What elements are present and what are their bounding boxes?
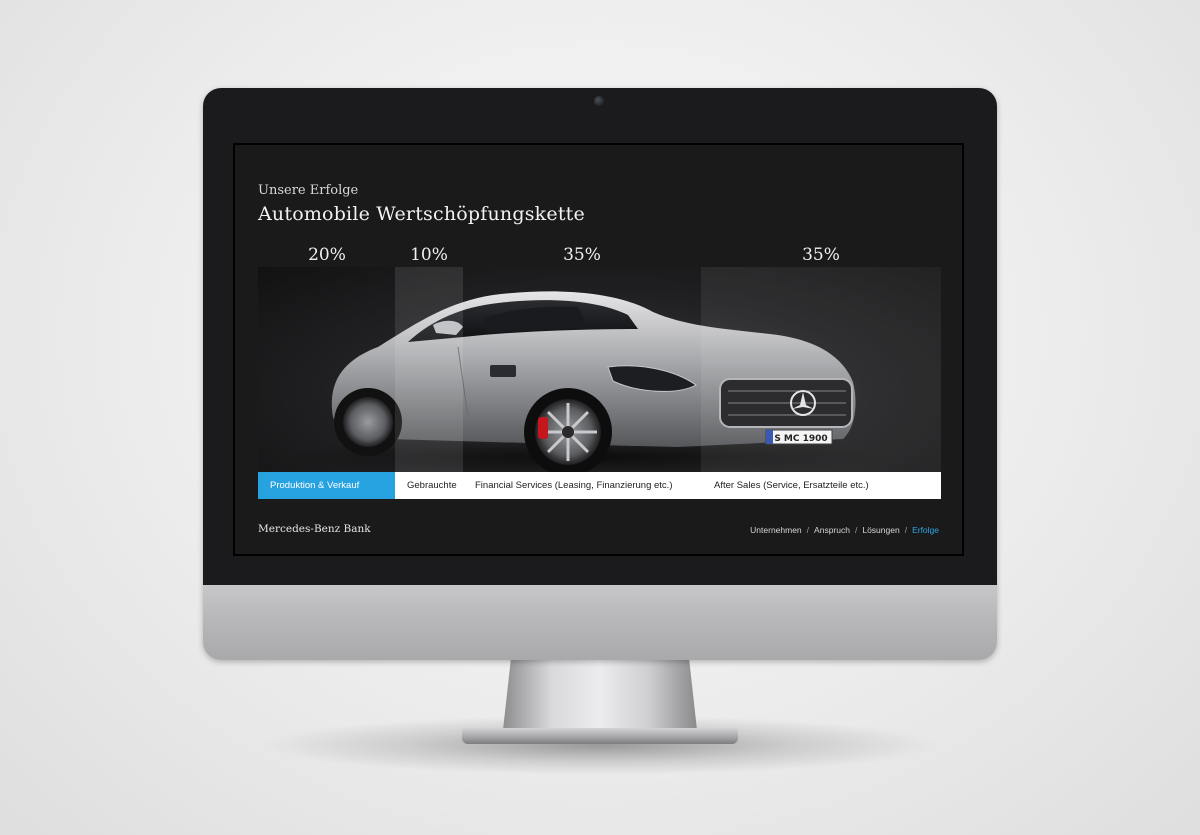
page-title: Automobile Wertschöpfungskette xyxy=(258,203,585,225)
hero-car-image: S MC 1900 xyxy=(258,267,941,472)
page-subtitle: Unsere Erfolge xyxy=(258,183,359,198)
segment-after-sales[interactable]: After Sales (Service, Ersatzteile etc.) xyxy=(702,472,941,499)
segment-produktion-verkauf[interactable]: Produktion & Verkauf xyxy=(258,472,395,499)
nav-link-unternehmen[interactable]: Unternehmen xyxy=(750,525,802,535)
monitor-chin xyxy=(203,585,997,660)
segment-percentage: 10% xyxy=(410,245,448,265)
value-chain-segments: Produktion & Verkauf Gebrauchte Financia… xyxy=(258,472,941,499)
brand-logo-text[interactable]: Mercedes-Benz Bank xyxy=(258,523,371,535)
monitor-stand-base xyxy=(462,728,738,744)
segment-gebrauchte[interactable]: Gebrauchte xyxy=(395,472,463,499)
nav-separator: / xyxy=(854,525,858,535)
segment-highlight xyxy=(395,267,463,472)
monitor-stand xyxy=(503,660,697,730)
segment-highlight xyxy=(701,267,941,472)
nav-link-loesungen[interactable]: Lösungen xyxy=(862,525,899,535)
nav-separator: / xyxy=(806,525,810,535)
footer-navigation: Unternehmen / Anspruch / Lösungen / Erfo… xyxy=(750,525,939,535)
nav-separator: / xyxy=(904,525,908,535)
segment-percentage: 20% xyxy=(308,245,346,265)
segment-percentage: 35% xyxy=(563,245,601,265)
nav-link-erfolge[interactable]: Erfolge xyxy=(912,525,939,535)
segment-financial-services[interactable]: Financial Services (Leasing, Finanzierun… xyxy=(463,472,702,499)
camera-icon xyxy=(594,96,604,106)
nav-link-anspruch[interactable]: Anspruch xyxy=(814,525,850,535)
screen: Unsere Erfolge Automobile Wertschöpfungs… xyxy=(233,143,964,556)
segment-percentage: 35% xyxy=(802,245,840,265)
